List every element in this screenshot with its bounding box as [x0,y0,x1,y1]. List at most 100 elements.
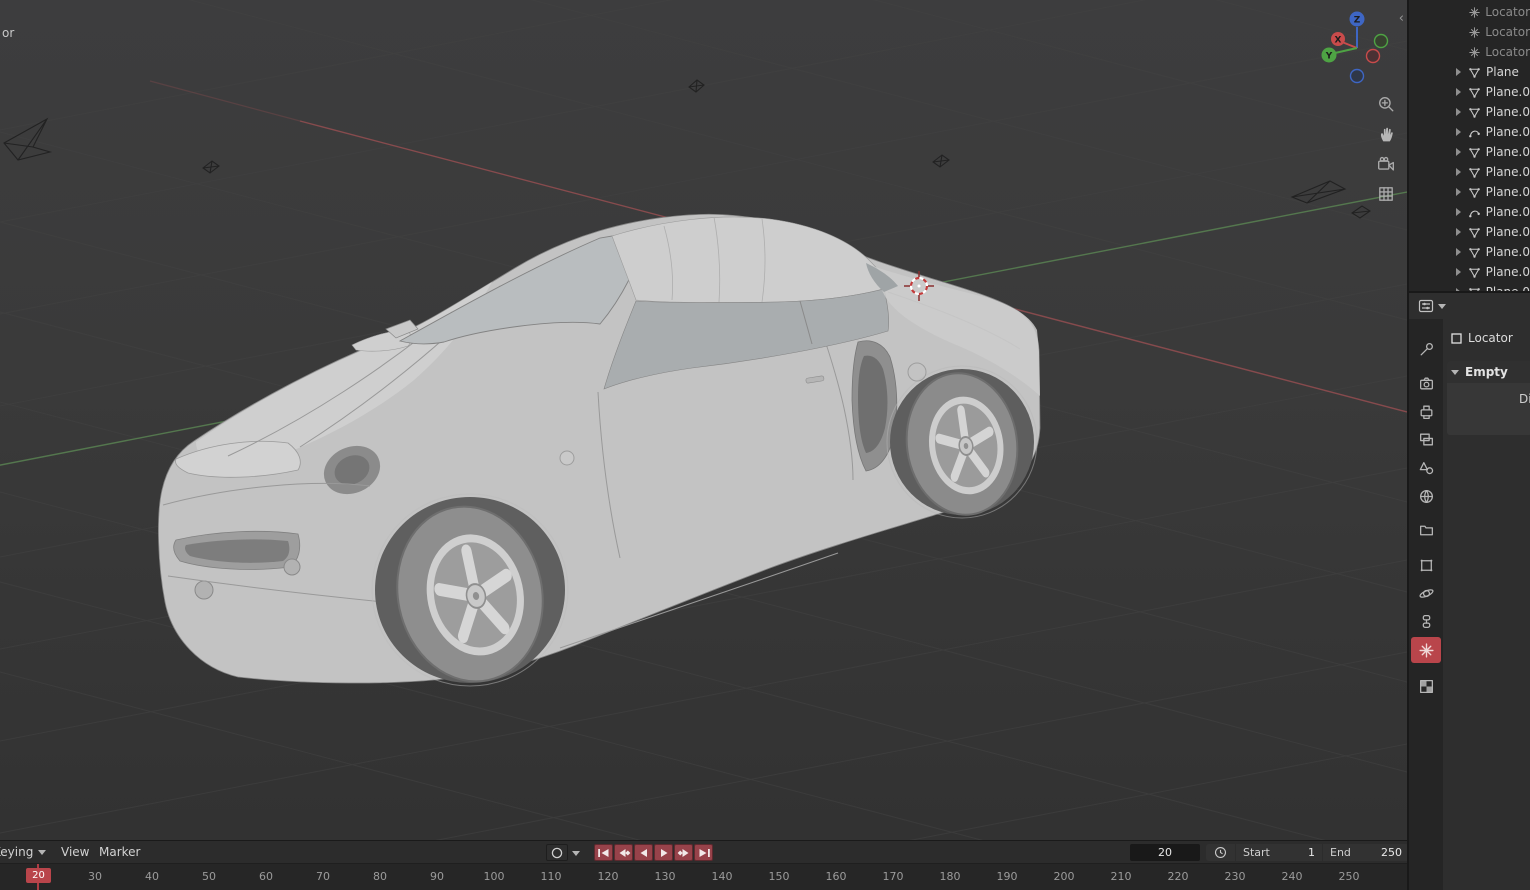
outliner-item-label[interactable]: Plane [1486,65,1519,79]
outliner-row[interactable]: Locator [1409,2,1530,22]
ruler-frame-label[interactable]: 230 [1225,870,1246,883]
expand-chevron-icon[interactable] [1456,128,1468,136]
prev-keyframe-button[interactable] [614,844,633,861]
outliner-row[interactable]: Plane.0 [1409,242,1530,262]
properties-tab-tool[interactable] [1411,336,1441,362]
use-preview-range-button[interactable] [1206,844,1235,861]
zoom-button[interactable] [1376,94,1396,114]
timeline-editor[interactable]: Keying View Marker 20 Star [0,840,1407,890]
keying-set-chevron-icon[interactable] [572,851,580,856]
outliner-row[interactable]: Plane [1409,62,1530,82]
expand-chevron-icon[interactable] [1456,208,1468,216]
pan-hand-button[interactable] [1376,124,1396,144]
ruler-frame-label[interactable]: 160 [826,870,847,883]
properties-tab-object[interactable] [1411,552,1441,578]
outliner-panel[interactable]: Locator Locator Locator Plane Plane.0 Plane.0… [1409,0,1530,291]
gizmo-axis-z-neg[interactable] [1349,68,1365,84]
auto-keying-record-button[interactable] [546,844,568,861]
expand-chevron-icon[interactable] [1456,88,1468,96]
ruler-frame-label[interactable]: 170 [883,870,904,883]
gizmo-axis-x-neg[interactable] [1365,48,1381,64]
ruler-frame-label[interactable]: 190 [997,870,1018,883]
outliner-item-label[interactable]: Plane.0 [1486,145,1530,159]
next-keyframe-button[interactable] [674,844,693,861]
breadcrumb-object-name[interactable]: Locator [1468,331,1513,345]
camera-view-button[interactable] [1376,154,1396,174]
ruler-frame-label[interactable]: 30 [88,870,102,883]
outliner-item-label[interactable]: Locator [1485,25,1530,39]
ruler-frame-label[interactable]: 240 [1282,870,1303,883]
outliner-row[interactable]: Plane.0 [1409,262,1530,282]
outliner-row[interactable]: Plane.0 [1409,162,1530,182]
outliner-row[interactable]: Plane.0 [1409,122,1530,142]
outliner-item-label[interactable]: Plane.0 [1486,265,1530,279]
start-frame-field[interactable]: Start 1 [1236,844,1322,861]
expand-chevron-icon[interactable] [1456,188,1468,196]
outliner-item-label[interactable]: Plane.0 [1486,205,1530,219]
properties-tab-collection[interactable] [1411,517,1441,543]
outliner-item-label[interactable]: Plane.0 [1486,225,1530,239]
ruler-frame-label[interactable]: 140 [712,870,733,883]
expand-chevron-icon[interactable] [1456,248,1468,256]
toggle-projection-button[interactable] [1376,184,1396,204]
outliner-item-label[interactable]: Plane.0 [1486,185,1530,199]
ruler-frame-label[interactable]: 110 [541,870,562,883]
ruler-frame-label[interactable]: 130 [655,870,676,883]
outliner-item-label[interactable]: Locator [1485,5,1530,19]
properties-tab-view-layer[interactable] [1411,426,1441,452]
ruler-frame-label[interactable]: 180 [940,870,961,883]
properties-tab-constraints[interactable] [1411,608,1441,634]
viewport-canvas[interactable] [0,0,1407,840]
ruler-frame-label[interactable]: 210 [1111,870,1132,883]
outliner-item-label[interactable]: Plane.0 [1486,245,1530,259]
ruler-frame-label[interactable]: 250 [1339,870,1360,883]
outliner-item-label[interactable]: Locator [1485,45,1530,59]
expand-chevron-icon[interactable] [1456,268,1468,276]
current-frame-badge[interactable]: 20 [26,868,51,883]
current-frame-field[interactable]: 20 [1130,844,1200,861]
outliner-item-label[interactable]: Plane.0 [1486,85,1530,99]
ruler-frame-label[interactable]: 90 [430,870,444,883]
jump-end-button[interactable] [694,844,713,861]
ruler-frame-label[interactable]: 200 [1054,870,1075,883]
ruler-frame-label[interactable]: 50 [202,870,216,883]
play-reverse-button[interactable] [634,844,653,861]
properties-panel[interactable]: Locator Empty Dis [1409,291,1530,890]
empty-object[interactable] [3,79,1371,219]
menu-marker[interactable]: Marker [99,845,140,859]
gizmo-axis-y-neg[interactable] [1373,33,1389,49]
properties-tab-render[interactable] [1411,370,1441,396]
ruler-frame-label[interactable]: 220 [1168,870,1189,883]
outliner-row[interactable]: Plane.0 [1409,142,1530,162]
menu-view[interactable]: View [61,845,89,859]
expand-chevron-icon[interactable] [1456,168,1468,176]
outliner-row[interactable]: Plane.0 [1409,182,1530,202]
empty-panel-header[interactable]: Empty [1447,361,1530,383]
properties-tab-physics[interactable] [1411,580,1441,606]
navigation-gizmo[interactable]: Z X Y [1316,6,1400,90]
outliner-row[interactable]: Plane.0 [1409,282,1530,291]
expand-chevron-icon[interactable] [1456,108,1468,116]
properties-tab-texture[interactable] [1411,673,1441,699]
outliner-row[interactable]: Plane.0 [1409,202,1530,222]
breadcrumb[interactable]: Locator [1451,331,1513,345]
ruler-frame-label[interactable]: 100 [484,870,505,883]
ruler-frame-label[interactable]: 80 [373,870,387,883]
properties-tab-scene[interactable] [1411,454,1441,480]
properties-tab-world[interactable] [1411,483,1441,509]
expand-chevron-icon[interactable] [1456,148,1468,156]
ruler-frame-label[interactable]: 60 [259,870,273,883]
outliner-item-label[interactable]: Plane.0 [1486,165,1530,179]
timeline-ruler[interactable]: 20 30 40 50 60 70 80 90 100 110 120 130 140 150 160 17… [0,863,1407,890]
play-button[interactable] [654,844,673,861]
ruler-frame-label[interactable]: 150 [769,870,790,883]
viewport-3d[interactable]: or ‹ Z X Y [0,0,1407,840]
outliner-row[interactable]: Locator [1409,22,1530,42]
outliner-row[interactable]: Plane.0 [1409,102,1530,122]
outliner-row[interactable]: Plane.0 [1409,222,1530,242]
ruler-frame-label[interactable]: 120 [598,870,619,883]
properties-tab-output[interactable] [1411,398,1441,424]
outliner-item-label[interactable]: Plane.0 [1486,125,1530,139]
end-frame-field[interactable]: End 250 [1323,844,1407,861]
outliner-item-label[interactable]: Plane.0 [1486,105,1530,119]
